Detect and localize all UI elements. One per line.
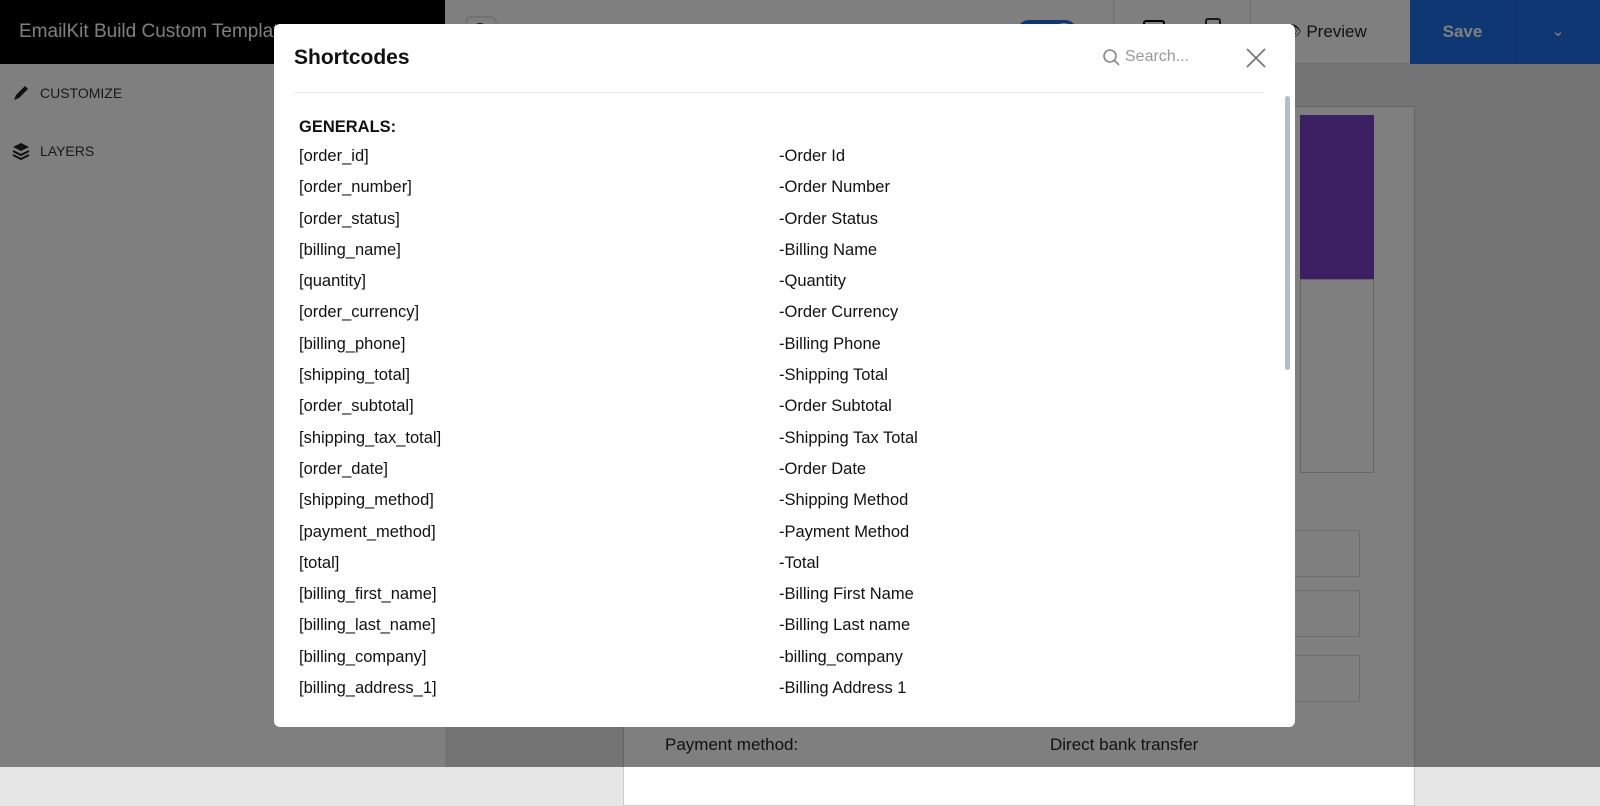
shortcode-description: -Order Currency	[779, 303, 899, 322]
shortcode-description: -Total	[779, 553, 820, 572]
shortcode-description: -Shipping Total	[779, 366, 888, 385]
shortcode-description: -Billing Address 1	[779, 679, 907, 698]
shortcode-code: [billing_last_name]	[299, 616, 436, 635]
shortcode-row[interactable]: [order_number] -Order Number	[299, 178, 1265, 209]
shortcode-description: -Billing Name	[779, 240, 878, 259]
shortcode-row[interactable]: [order_date] -Order Date	[299, 460, 1265, 491]
shortcode-code: [order_id]	[299, 147, 369, 165]
shortcode-description: -Billing Last name	[779, 616, 911, 635]
shortcode-row[interactable]: [billing_name] -Billing Name	[299, 241, 1265, 272]
shortcode-code: [order_subtotal]	[299, 397, 414, 416]
shortcode-code: [billing_first_name]	[299, 585, 437, 604]
shortcode-code: [total]	[299, 553, 340, 572]
shortcode-description: -billing_company	[779, 647, 903, 666]
shortcode-row[interactable]: [billing_first_name] -Billing First Name	[299, 585, 1265, 616]
section-heading: GENERALS:	[299, 118, 397, 136]
shortcode-row[interactable]: [billing_phone] -Billing Phone	[299, 335, 1265, 366]
shortcodes-modal: Shortcodes Search... GENERALS: [order_id…	[274, 24, 1295, 727]
shortcode-description: -Billing First Name	[779, 585, 914, 604]
shortcode-code: [payment_method]	[299, 522, 436, 541]
shortcode-row[interactable]: [shipping_method] -Shipping Method	[299, 491, 1265, 522]
shortcode-row[interactable]: [shipping_total] -Shipping Total	[299, 366, 1265, 397]
shortcode-code: [billing_name]	[299, 240, 401, 259]
shortcode-code: [billing_phone]	[299, 334, 406, 353]
shortcode-row[interactable]: [order_subtotal] -Order Subtotal	[299, 397, 1265, 428]
search-icon	[1103, 49, 1120, 66]
shortcode-row[interactable]: [billing_last_name] -Billing Last name	[299, 616, 1265, 647]
shortcode-description: -Order Status	[779, 209, 879, 228]
search-input[interactable]: Search...	[1102, 48, 1189, 66]
shortcode-code: [order_number]	[299, 178, 412, 197]
shortcode-row[interactable]: [total] -Total	[299, 554, 1265, 585]
shortcode-row[interactable]: [payment_method] -Payment Method	[299, 523, 1265, 554]
shortcode-description: -Quantity	[779, 272, 846, 291]
shortcode-code: [order_status]	[299, 209, 400, 228]
divider	[294, 92, 1265, 93]
shortcode-row[interactable]: [order_currency] -Order Currency	[299, 303, 1265, 334]
shortcode-row[interactable]: [billing_company] -billing_company	[299, 648, 1265, 679]
shortcode-code: [shipping_method]	[299, 491, 434, 510]
shortcode-row[interactable]: [order_id] -Order Id	[299, 147, 1265, 178]
shortcode-row[interactable]: [quantity] -Quantity	[299, 272, 1265, 303]
shortcode-description: -Shipping Method	[779, 491, 909, 510]
close-icon[interactable]	[1244, 46, 1268, 70]
shortcode-code: [quantity]	[299, 272, 366, 291]
shortcode-row[interactable]: [billing_address_1] -Billing Address 1	[299, 679, 1265, 710]
shortcodes-list: GENERALS: [order_id] -Order Id [order_numb…	[299, 116, 1265, 727]
shortcode-description: -Order Number	[779, 178, 890, 197]
shortcode-code: [billing_company]	[299, 647, 427, 666]
shortcode-description: -Payment Method	[779, 522, 910, 541]
scrollbar[interactable]	[1285, 96, 1290, 370]
shortcode-code: [billing_address_1]	[299, 679, 437, 698]
shortcode-code: [order_currency]	[299, 303, 420, 322]
shortcode-row[interactable]: [order_status] -Order Status	[299, 210, 1265, 241]
shortcode-code: [order_date]	[299, 459, 388, 478]
shortcode-code: [shipping_tax_total]	[299, 428, 442, 447]
shortcode-code: [shipping_total]	[299, 366, 410, 385]
shortcode-description: -Order Subtotal	[779, 397, 892, 416]
search-placeholder: Search...	[1125, 48, 1190, 65]
shortcode-description: -Order Id	[779, 147, 846, 165]
shortcode-description: -Billing Phone	[779, 334, 881, 353]
shortcode-row[interactable]: [shipping_tax_total] -Shipping Tax Total	[299, 429, 1265, 460]
modal-title: Shortcodes	[294, 46, 410, 69]
shortcode-description: -Order Date	[779, 459, 867, 478]
shortcode-description: -Shipping Tax Total	[779, 428, 918, 447]
